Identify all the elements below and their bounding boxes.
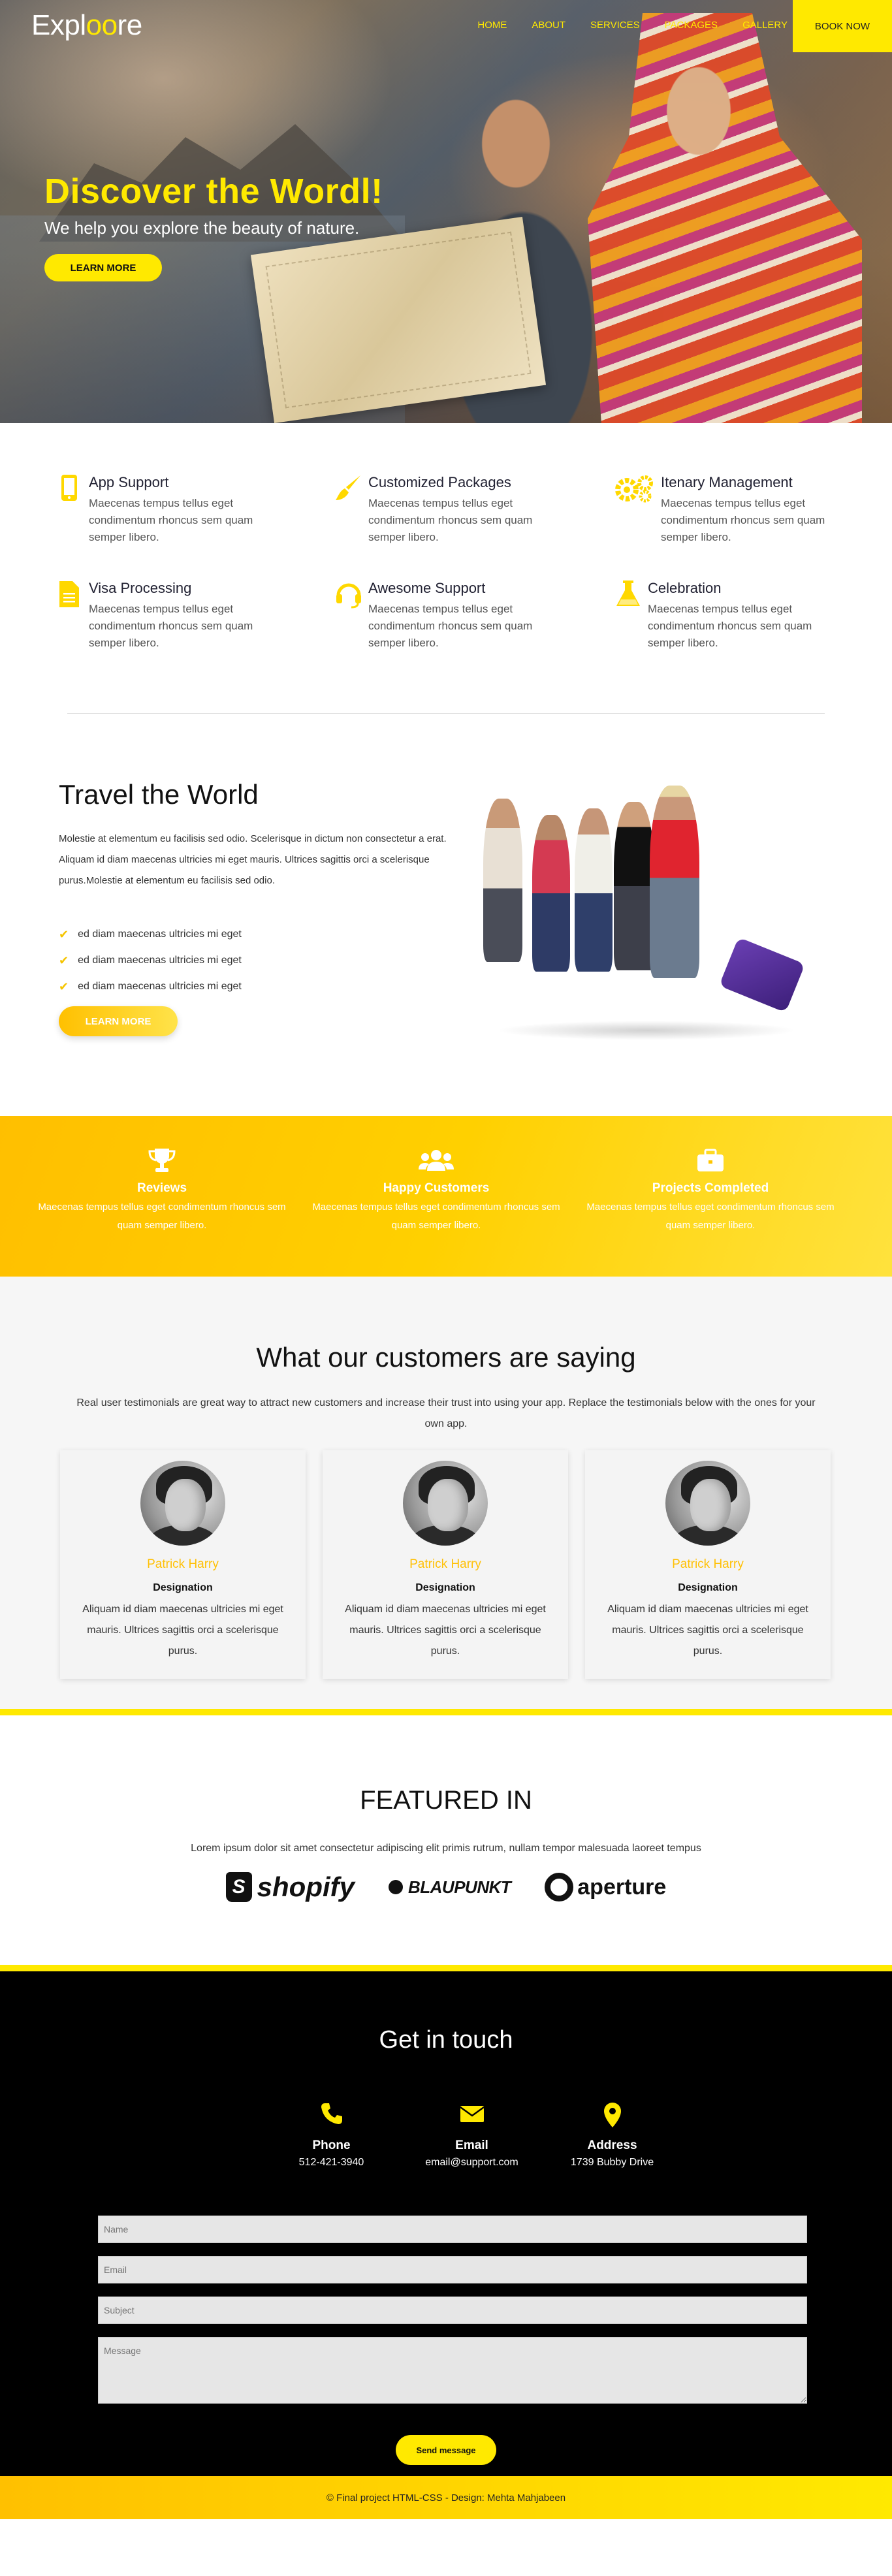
travel-title: Travel the World: [59, 779, 259, 810]
blaupunkt-logo[interactable]: BLAUPUNKT: [389, 1877, 511, 1898]
feature-itenary-management: Itenary Management Maecenas tempus tellus…: [609, 474, 888, 546]
map-pin-icon: [542, 2102, 682, 2131]
nav-about[interactable]: ABOUT: [532, 20, 565, 31]
avatar: [665, 1461, 750, 1546]
check-icon: ✔: [59, 953, 69, 967]
travel-checklist: ✔ ed diam maecenas ultricies mi eget ✔ ed …: [59, 921, 242, 1000]
contact-email: Email email@support.com: [402, 2102, 542, 2169]
contact-info: Phone 512-421-3940 Email email@support.c…: [261, 2102, 682, 2169]
hero-title: Discover the Wordl!: [44, 172, 383, 211]
briefcase-icon: [573, 1147, 848, 1177]
document-icon: [50, 580, 89, 616]
trophy-icon: [25, 1147, 299, 1177]
hero-subtitle: We help you explore the beauty of nature…: [44, 218, 360, 238]
nav-gallery[interactable]: GALLERY: [742, 20, 788, 31]
name-field[interactable]: [98, 2216, 807, 2243]
paintbrush-icon: [329, 474, 368, 511]
check-icon: ✔: [59, 927, 69, 941]
message-field[interactable]: [98, 2337, 807, 2404]
travel-learn-more-button[interactable]: LEARN MORE: [59, 1006, 178, 1036]
travel-paragraph: Molestie at elementum eu facilisis sed o…: [59, 833, 447, 886]
list-item: ✔ ed diam maecenas ultricies mi eget: [59, 979, 242, 993]
hero-section: Exploore HOME ABOUT SERVICES PACKAGES GA…: [0, 0, 892, 423]
users-icon: [299, 1147, 573, 1177]
nav-services[interactable]: SERVICES: [590, 20, 640, 31]
check-icon: ✔: [59, 979, 69, 993]
subject-field[interactable]: [98, 2297, 807, 2324]
gears-icon: [609, 474, 661, 511]
nav-home[interactable]: HOME: [477, 20, 507, 31]
featured-section: FEATURED IN Lorem ipsum dolor sit amet c…: [0, 1715, 892, 1965]
stat-happy-customers: Happy Customers Maecenas tempus tellus e…: [299, 1147, 573, 1277]
testimonials-lead: Real user testimonials are great way to …: [76, 1397, 816, 1429]
blaupunkt-dot-icon: [389, 1880, 403, 1894]
list-item: ✔ ed diam maecenas ultricies mi eget: [59, 927, 242, 941]
shopify-logo[interactable]: shopify: [225, 1871, 355, 1903]
nav-packages[interactable]: PACKAGES: [665, 20, 718, 31]
flask-icon: [609, 580, 648, 616]
phone-icon: [261, 2102, 402, 2131]
avatar: [403, 1461, 488, 1546]
feature-celebration: Celebration Maecenas tempus tellus eget c…: [609, 580, 888, 652]
travelers-image: [470, 786, 810, 1047]
logo-infinity-mark: oo: [86, 9, 118, 41]
footer: © Final project HTML-CSS - Design: Mehta…: [0, 2476, 892, 2519]
hero-text: Discover the Wordl! We help you explore …: [44, 171, 383, 281]
avatar: [140, 1461, 225, 1546]
headset-icon: [329, 580, 368, 616]
book-now-button[interactable]: BOOK NOW: [793, 0, 892, 52]
stats-section: Reviews Maecenas tempus tellus eget cond…: [0, 1116, 892, 1277]
travel-section: Travel the World Molestie at elementum e…: [0, 714, 892, 1116]
contact-form: Send message: [98, 2216, 807, 2465]
feature-customized-packages: Customized Packages Maecenas tempus tellu…: [329, 474, 609, 546]
featured-title: FEATURED IN: [360, 1786, 532, 1815]
features-section: App Support Maecenas tempus tellus eget c…: [0, 423, 892, 713]
contact-title: Get in touch: [379, 2026, 513, 2054]
mobile-icon: [50, 474, 89, 511]
feature-visa-processing: Visa Processing Maecenas tempus tellus eg…: [50, 580, 329, 652]
brand-logos: shopify BLAUPUNKT aperture: [0, 1871, 892, 1903]
feature-awesome-support: Awesome Support Maecenas tempus tellus eg…: [329, 580, 609, 652]
list-item: ✔ ed diam maecenas ultricies mi eget: [59, 953, 242, 967]
stat-projects-completed: Projects Completed Maecenas tempus tellu…: [573, 1147, 848, 1277]
yellow-divider: [0, 1709, 892, 1715]
envelope-icon: [402, 2102, 542, 2131]
main-menu: HOME ABOUT SERVICES PACKAGES GALLERY: [453, 20, 788, 31]
contact-section: Get in touch Phone 512-421-3940 Email em…: [0, 1965, 892, 2519]
testimonial-card: Patrick Harry Designation Aliquam id dia…: [323, 1450, 568, 1679]
featured-lead: Lorem ipsum dolor sit amet consectetur a…: [191, 1843, 701, 1854]
send-message-button[interactable]: Send message: [396, 2435, 496, 2465]
hero-learn-more-button[interactable]: LEARN MORE: [44, 254, 162, 281]
feature-app-support: App Support Maecenas tempus tellus eget c…: [50, 474, 329, 546]
navbar: Exploore HOME ABOUT SERVICES PACKAGES GA…: [0, 0, 892, 52]
contact-phone: Phone 512-421-3940: [261, 2102, 402, 2169]
contact-address: Address 1739 Bubby Drive: [542, 2102, 682, 2169]
testimonials-title: What our customers are saying: [256, 1342, 636, 1373]
logo[interactable]: Exploore: [31, 9, 142, 42]
testimonial-card: Patrick Harry Designation Aliquam id dia…: [60, 1450, 306, 1679]
aperture-logo[interactable]: aperture: [545, 1873, 666, 1901]
shopify-bag-icon: [225, 1872, 252, 1902]
aperture-ring-icon: [545, 1873, 574, 1901]
testimonial-card: Patrick Harry Designation Aliquam id dia…: [585, 1450, 831, 1679]
testimonials-section: What our customers are saying Real user …: [0, 1277, 892, 1715]
email-field[interactable]: [98, 2256, 807, 2283]
stat-reviews: Reviews Maecenas tempus tellus eget cond…: [25, 1147, 299, 1277]
